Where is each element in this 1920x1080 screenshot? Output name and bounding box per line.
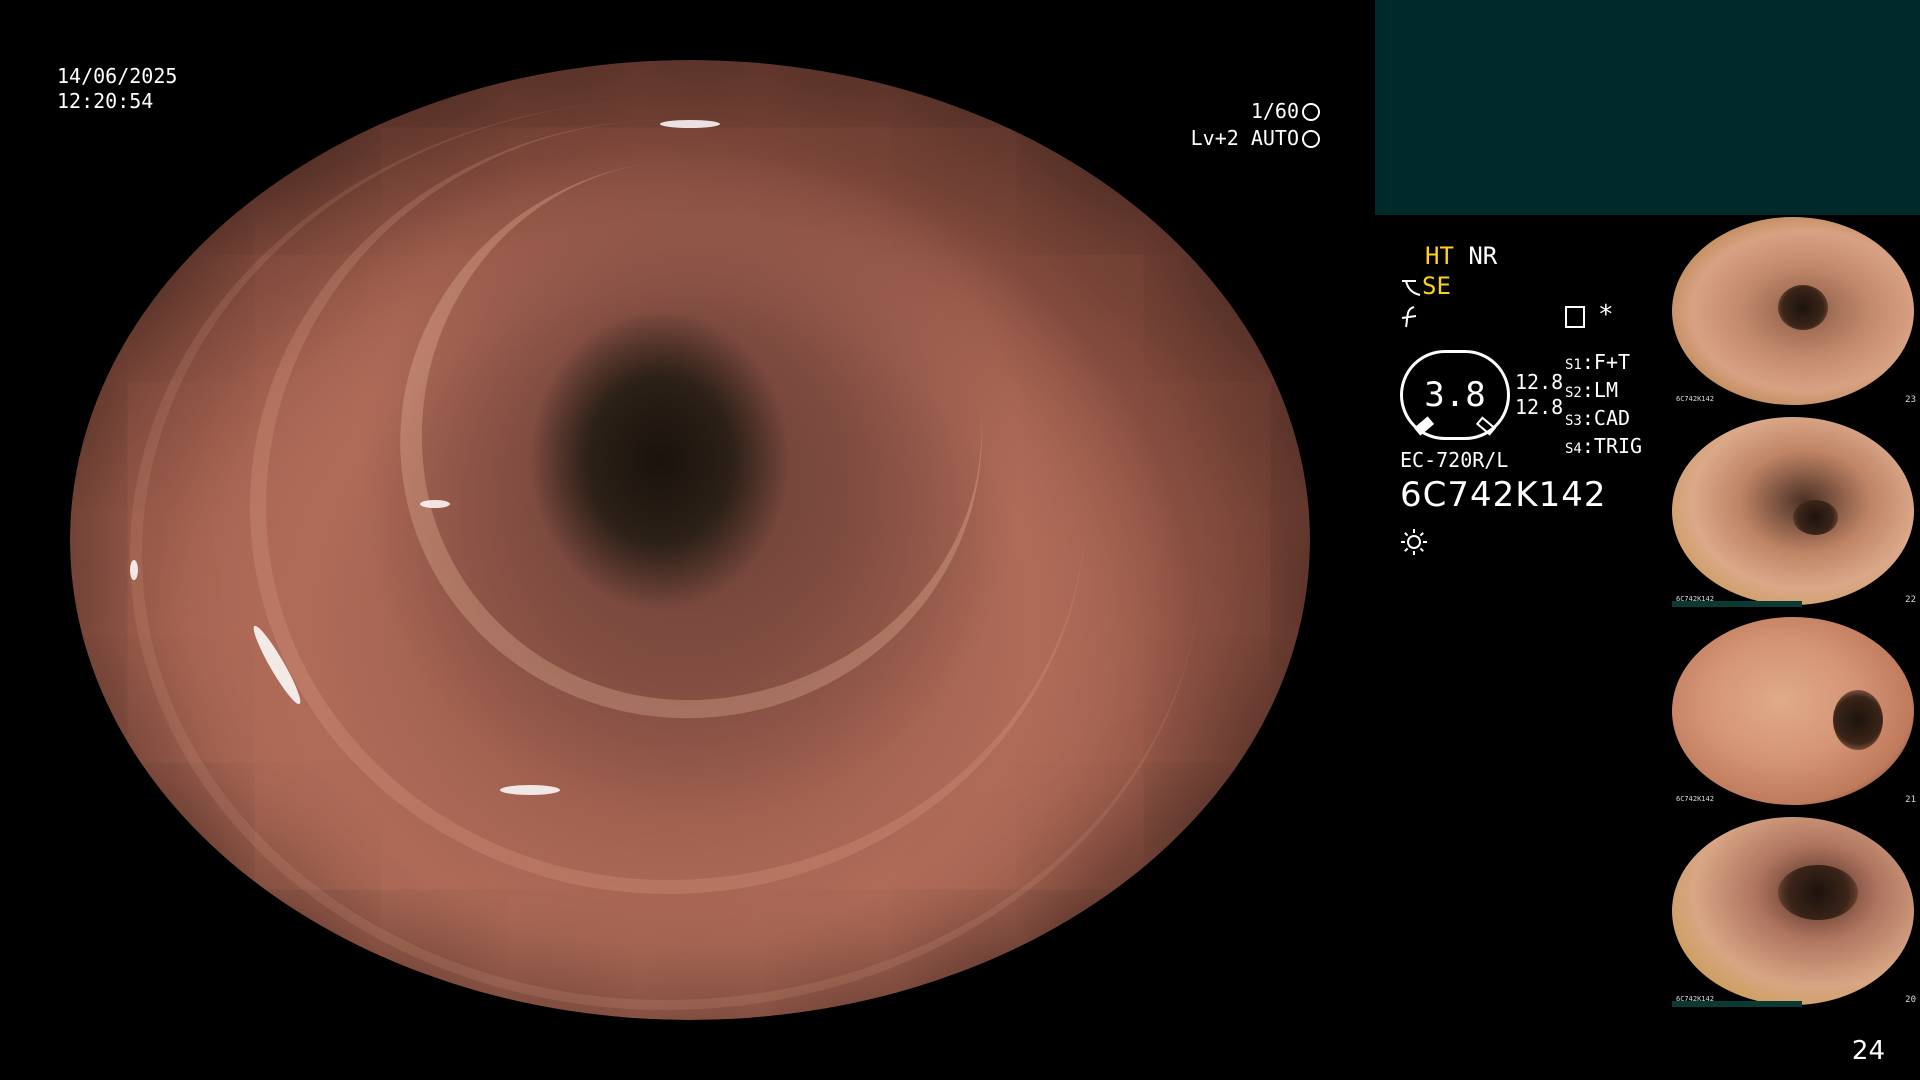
gauge-value: 3.8	[1424, 375, 1486, 415]
thumbnail-number: 20	[1905, 995, 1916, 1005]
side-value-2: 12.8	[1515, 395, 1564, 419]
scope-model-label: EC-720R/L	[1400, 448, 1509, 472]
specular-highlight	[420, 500, 450, 508]
structure-enhance-row: SE	[1400, 272, 1451, 300]
gauge-right-marker	[1475, 416, 1497, 436]
slot-value: F+T	[1593, 350, 1631, 374]
endoscope-live-view	[70, 60, 1310, 1020]
thumbnail-lumen	[1778, 285, 1828, 330]
structure-enhance-icon	[1402, 280, 1421, 296]
slot-row: S1:F+T	[1565, 350, 1631, 374]
slot-value: LM	[1593, 378, 1618, 402]
thumbnail[interactable]: 6C742K142 21	[1668, 615, 1920, 807]
thumbnail-serial: 6C742K142	[1676, 595, 1714, 603]
thumbnail-lumen	[1778, 865, 1858, 920]
ht-mode-label: HT	[1425, 242, 1454, 270]
zoom-gauge: 3.8	[1400, 350, 1510, 440]
thumbnail-serial: 6C742K142	[1676, 995, 1714, 1003]
thumbnail[interactable]: 6C742K142 20	[1668, 815, 1920, 1007]
time-text: 12:20:54	[57, 89, 154, 113]
specular-highlight	[500, 785, 560, 795]
slot-row: S2:LM	[1565, 378, 1618, 402]
specular-highlight	[130, 560, 138, 580]
image-count: 24	[1851, 1036, 1885, 1066]
exposure-readout: 1/60 Lv+2 AUTO	[1191, 98, 1320, 152]
slot-row: S4:TRIG	[1565, 434, 1643, 458]
shutter-text: 1/60	[1250, 99, 1299, 123]
star-indicator: *	[1598, 300, 1614, 330]
se-mode-label: SE	[1422, 272, 1451, 300]
switch-assignments: S1:F+T S2:LM S3:CAD S4:TRIG	[1565, 350, 1642, 462]
thumbnail-serial: 6C742K142	[1676, 795, 1714, 803]
color-mode-icon	[1401, 306, 1417, 328]
shutter-icon	[1302, 103, 1320, 121]
slot-key: S2	[1565, 385, 1582, 401]
thumbnail[interactable]: 6C742K142 22	[1668, 415, 1920, 607]
auto-iris-icon	[1302, 130, 1320, 148]
patient-info-panel	[1375, 0, 1920, 215]
date-text: 14/06/2025	[57, 64, 178, 88]
slot-key: S1	[1565, 357, 1582, 373]
scope-serial-number: 6C742K142	[1400, 475, 1607, 515]
thumbnail-number: 21	[1905, 795, 1916, 805]
slot-row: S3:CAD	[1565, 406, 1631, 430]
date-time-readout: 14/06/2025 12:20:54	[57, 64, 177, 114]
exposure-text: Lv+2 AUTO	[1190, 126, 1299, 150]
gauge-side-values: 12.8 12.8	[1515, 370, 1563, 420]
mode-indicators: HT NR	[1425, 242, 1497, 270]
thumbnail-serial: 6C742K142	[1676, 395, 1714, 403]
specular-highlight	[660, 120, 720, 128]
light-source-icon	[1401, 529, 1427, 555]
thumbnail-lumen	[1793, 500, 1838, 535]
thumbnail-image	[1672, 417, 1914, 605]
slot-key: S3	[1565, 413, 1582, 429]
gauge-left-marker	[1413, 416, 1435, 436]
nr-mode-label: NR	[1468, 242, 1498, 270]
captured-image-strip: 6C742K142 23 6C742K142 22 6C742K142 21 6…	[1668, 215, 1920, 1015]
side-value-1: 12.8	[1515, 370, 1564, 394]
slot-value: TRIG	[1593, 434, 1643, 458]
thumbnail-lumen	[1833, 690, 1883, 750]
slot-value: CAD	[1593, 406, 1631, 430]
thumbnail-number: 22	[1905, 595, 1916, 605]
thumbnail[interactable]: 6C742K142 23	[1668, 215, 1920, 407]
thumbnail-number: 23	[1905, 395, 1916, 405]
memo-icon	[1565, 306, 1585, 328]
slot-key: S4	[1565, 441, 1582, 457]
